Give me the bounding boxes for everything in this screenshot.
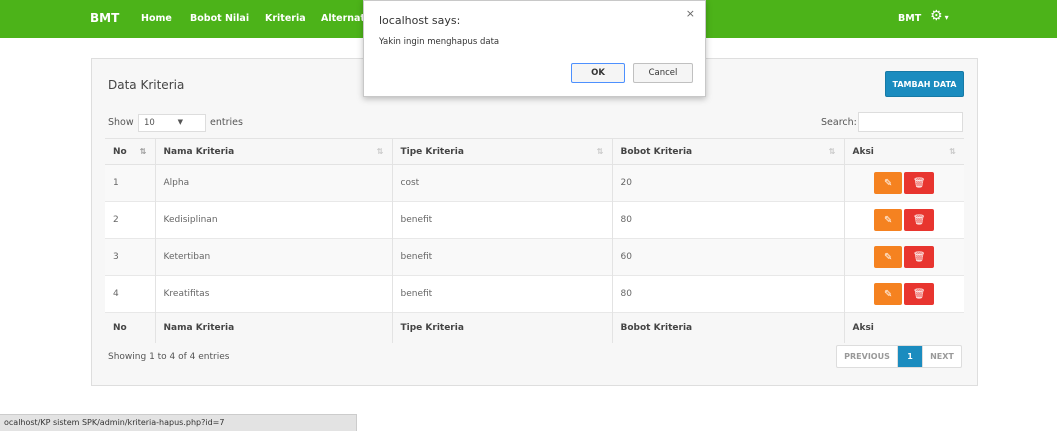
panel-title: Data Kriteria <box>108 78 185 92</box>
sort-icon: ⇅ <box>596 147 604 156</box>
nav-item-home[interactable]: Home <box>141 13 172 24</box>
sort-icon: ⇅ <box>376 147 384 156</box>
table-row: 4 Kreatifitas benefit 80 ✎ 🗑 <box>105 275 964 313</box>
cell-no: 1 <box>105 164 156 202</box>
cell-nama: Kreatifitas <box>155 275 393 313</box>
table-row: 1 Alpha cost 20 ✎ 🗑 <box>105 164 964 202</box>
edit-button[interactable]: ✎ <box>874 283 903 305</box>
pagination: PREVIOUS 1 NEXT <box>836 345 962 368</box>
trash-icon: 🗑 <box>912 177 926 189</box>
cell-tipe: cost <box>392 164 613 202</box>
cancel-button[interactable]: Cancel <box>633 63 693 83</box>
brand-logo[interactable]: BMT <box>90 11 119 25</box>
pencil-icon: ✎ <box>884 251 893 263</box>
dialog-title: localhost says: <box>379 14 461 27</box>
table-row: 2 Kedisiplinan benefit 80 ✎ 🗑 <box>105 201 964 239</box>
cell-aksi: ✎ 🗑 <box>844 202 964 239</box>
caret-down-icon: ▾ <box>944 13 949 22</box>
cell-bobot: 60 <box>612 238 845 276</box>
edit-button[interactable]: ✎ <box>874 246 903 268</box>
footer-no: No <box>105 312 156 343</box>
column-header-aksi[interactable]: Aksi ⇅ <box>844 139 964 165</box>
confirm-dialog: localhost says: × Yakin ingin menghapus … <box>363 0 706 97</box>
sort-icon: ⇅ <box>828 147 836 156</box>
cell-no: 2 <box>105 201 156 239</box>
sort-icon: ⇅ <box>949 147 956 156</box>
cell-tipe: benefit <box>392 275 613 313</box>
cell-tipe: benefit <box>392 238 613 276</box>
show-label: Show <box>108 117 134 128</box>
status-bar-url: ocalhost/KP sistem SPK/admin/kriteria-ha… <box>0 414 357 431</box>
gear-icon: ⚙ <box>930 8 943 24</box>
trash-icon: 🗑 <box>912 251 926 263</box>
edit-button[interactable]: ✎ <box>874 209 903 231</box>
sort-asc-icon: ⇅ <box>139 147 147 156</box>
cell-aksi: ✎ 🗑 <box>844 165 964 202</box>
next-page-button[interactable]: NEXT <box>922 346 961 367</box>
column-header-tipe[interactable]: Tipe Kriteria ⇅ <box>392 138 613 165</box>
add-data-button[interactable]: TAMBAH DATA <box>885 71 964 97</box>
cell-bobot: 20 <box>612 164 845 202</box>
nav-item-bobot-nilai[interactable]: Bobot Nilai <box>190 13 249 24</box>
kriteria-table: No ⇅ Nama Kriteria ⇅ Tipe Kriteria ⇅ Bobot … <box>105 138 964 343</box>
footer-tipe: Tipe Kriteria <box>392 312 613 343</box>
cell-no: 4 <box>105 275 156 313</box>
select-arrow-icon: ▼ <box>177 118 183 126</box>
cell-nama: Ketertiban <box>155 238 393 276</box>
footer-bobot: Bobot Kriteria <box>612 312 845 343</box>
cell-no: 3 <box>105 238 156 276</box>
pencil-icon: ✎ <box>884 177 893 189</box>
table-info: Showing 1 to 4 of 4 entries <box>108 352 230 362</box>
delete-button[interactable]: 🗑 <box>904 246 935 268</box>
table-footer-row: No Nama Kriteria Tipe Kriteria Bobot Kri… <box>105 312 964 343</box>
dialog-message: Yakin ingin menghapus data <box>379 37 500 47</box>
entries-length-value: 10 <box>144 118 155 128</box>
delete-button[interactable]: 🗑 <box>904 283 935 305</box>
trash-icon: 🗑 <box>912 288 926 300</box>
footer-nama: Nama Kriteria <box>155 312 393 343</box>
search-label: Search: <box>821 117 857 128</box>
nav-item-alternatif[interactable]: Alternati <box>321 13 368 24</box>
column-header-no[interactable]: No ⇅ <box>105 138 156 165</box>
cell-bobot: 80 <box>612 275 845 313</box>
pencil-icon: ✎ <box>884 288 893 300</box>
trash-icon: 🗑 <box>912 214 926 226</box>
close-icon[interactable]: × <box>686 7 695 20</box>
delete-button[interactable]: 🗑 <box>904 172 935 194</box>
cell-aksi: ✎ 🗑 <box>844 239 964 276</box>
footer-aksi: Aksi <box>852 322 874 333</box>
pencil-icon: ✎ <box>884 214 893 226</box>
entries-length-select[interactable]: 10 ▼ <box>138 114 206 132</box>
table-row: 3 Ketertiban benefit 60 ✎ 🗑 <box>105 238 964 276</box>
ok-button[interactable]: OK <box>571 63 625 83</box>
column-header-nama[interactable]: Nama Kriteria ⇅ <box>155 138 393 165</box>
nav-user-name[interactable]: BMT <box>898 13 921 24</box>
column-header-bobot[interactable]: Bobot Kriteria ⇅ <box>612 138 845 165</box>
cell-aksi: ✎ 🗑 <box>844 276 964 313</box>
delete-button[interactable]: 🗑 <box>904 209 935 231</box>
cell-nama: Alpha <box>155 164 393 202</box>
previous-page-button[interactable]: PREVIOUS <box>837 346 898 367</box>
search-input[interactable] <box>858 112 963 132</box>
edit-button[interactable]: ✎ <box>874 172 903 194</box>
cell-bobot: 80 <box>612 201 845 239</box>
cell-tipe: benefit <box>392 201 613 239</box>
table-header-row: No ⇅ Nama Kriteria ⇅ Tipe Kriteria ⇅ Bobot … <box>105 138 964 165</box>
data-kriteria-panel: Data Kriteria TAMBAH DATA Show 10 ▼ entr… <box>91 58 978 386</box>
settings-dropdown[interactable]: ⚙ ▾ <box>930 8 949 24</box>
nav-item-kriteria[interactable]: Kriteria <box>265 13 306 24</box>
cell-nama: Kedisiplinan <box>155 201 393 239</box>
entries-label: entries <box>210 117 243 128</box>
page-1-button[interactable]: 1 <box>898 346 922 367</box>
